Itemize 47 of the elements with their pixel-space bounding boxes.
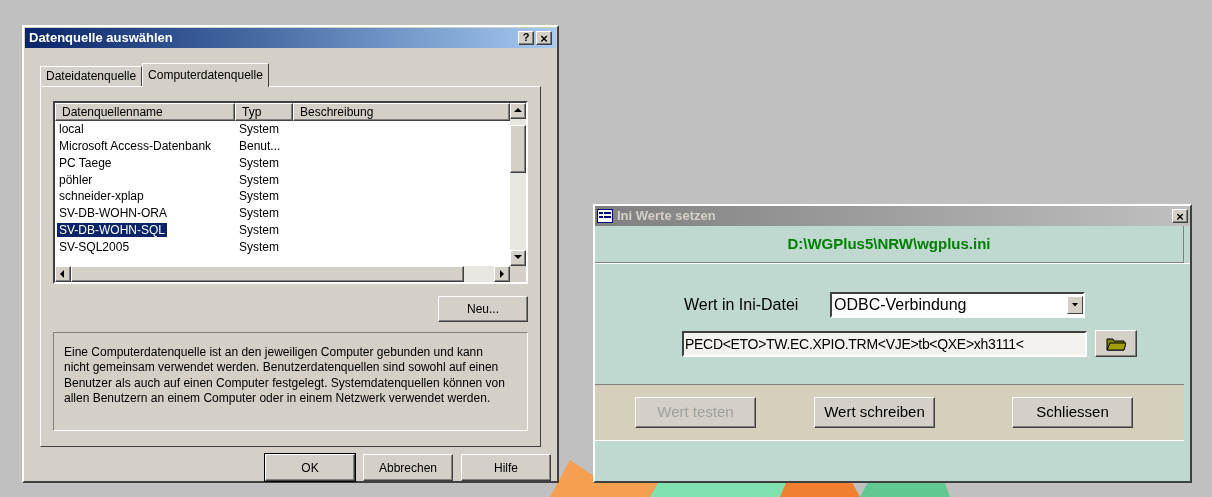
table-cell-text: System (238, 188, 279, 206)
scroll-up-icon[interactable] (510, 102, 526, 119)
table-cell-text: Benut... (238, 138, 281, 156)
dialog-button[interactable]: OK (265, 454, 355, 481)
table-cell[interactable]: Microsoft Access-Datenbank (57, 139, 214, 154)
new-button[interactable]: Neu... (438, 295, 528, 322)
scroll-right-icon[interactable] (494, 265, 510, 282)
browse-button[interactable] (1095, 330, 1137, 357)
close-button[interactable]: × (1172, 209, 1188, 223)
help-button[interactable]: ? (518, 30, 534, 45)
window-title: Datenquelle auswählen (29, 29, 174, 48)
close-button[interactable]: × (536, 30, 552, 45)
table-cell[interactable]: SV-DB-WOHN-SQL (57, 223, 167, 238)
column-header[interactable]: Datenquellenname (55, 102, 235, 121)
table-cell-text: System (238, 171, 279, 189)
dialog-button[interactable]: Abbrechen (363, 454, 453, 481)
scroll-thumb[interactable] (510, 125, 526, 174)
file-path: D:\WGPlus5\NRW\wgplus.ini (787, 233, 991, 254)
table-cell[interactable]: SV-DB-WOHN-ORA (57, 206, 169, 221)
table-cell[interactable]: schneider-xplap (57, 189, 146, 204)
table-cell[interactable]: PC Taege (57, 155, 114, 170)
value-dropdown[interactable]: ODBC-Verbindung (830, 292, 1085, 318)
table-cell-text: System (238, 238, 279, 256)
vertical-scrollbar[interactable] (510, 102, 526, 266)
table-cell-text: System (238, 222, 279, 240)
table-cell-text: System (238, 154, 279, 172)
folder-icon (1106, 336, 1126, 351)
value-field[interactable]: PECD<ETO>TW.EC.XPIO.TRM<VJE>tb<QXE>xh3111< (682, 330, 1087, 357)
table-cell[interactable]: SV-SQL2005 (57, 239, 132, 254)
tab[interactable]: Dateidatenquelle (40, 65, 143, 86)
action-button[interactable]: Wert schreiben (814, 397, 935, 428)
form-icon (597, 209, 613, 223)
action-button[interactable]: Schliessen (1012, 397, 1133, 428)
dropdown-arrow-icon (1071, 303, 1079, 307)
table-cell[interactable]: local (57, 122, 86, 137)
scroll-left-icon[interactable] (55, 265, 71, 282)
table-cell-text: System (238, 121, 279, 139)
column-header[interactable]: Beschreibung (293, 102, 510, 121)
table-cell[interactable]: pöhler (57, 172, 95, 187)
tab[interactable]: Computerdatenquelle (142, 62, 269, 87)
window-title: Ini Werte setzen (617, 207, 717, 226)
column-header[interactable]: Typ (235, 102, 293, 121)
dialog-button[interactable]: Hilfe (461, 454, 551, 481)
description-text: Eine Computerdatenquelle ist an den jeweiligen Computer gebunden und kann nicht gemeinsam verwendet werden. Benutzerdatenquellen sind sowohl auf einen Benutzer als auch auf einen Computer festgelegt. Systemdatenquellen können von allen Benutzern an einem Computer oder in einem Netzwerk verwendet werden. (64, 344, 506, 407)
scroll-down-icon[interactable] (510, 249, 526, 266)
table-cell-text: System (238, 205, 279, 223)
field-label: Wert in Ini-Datei (684, 295, 800, 315)
